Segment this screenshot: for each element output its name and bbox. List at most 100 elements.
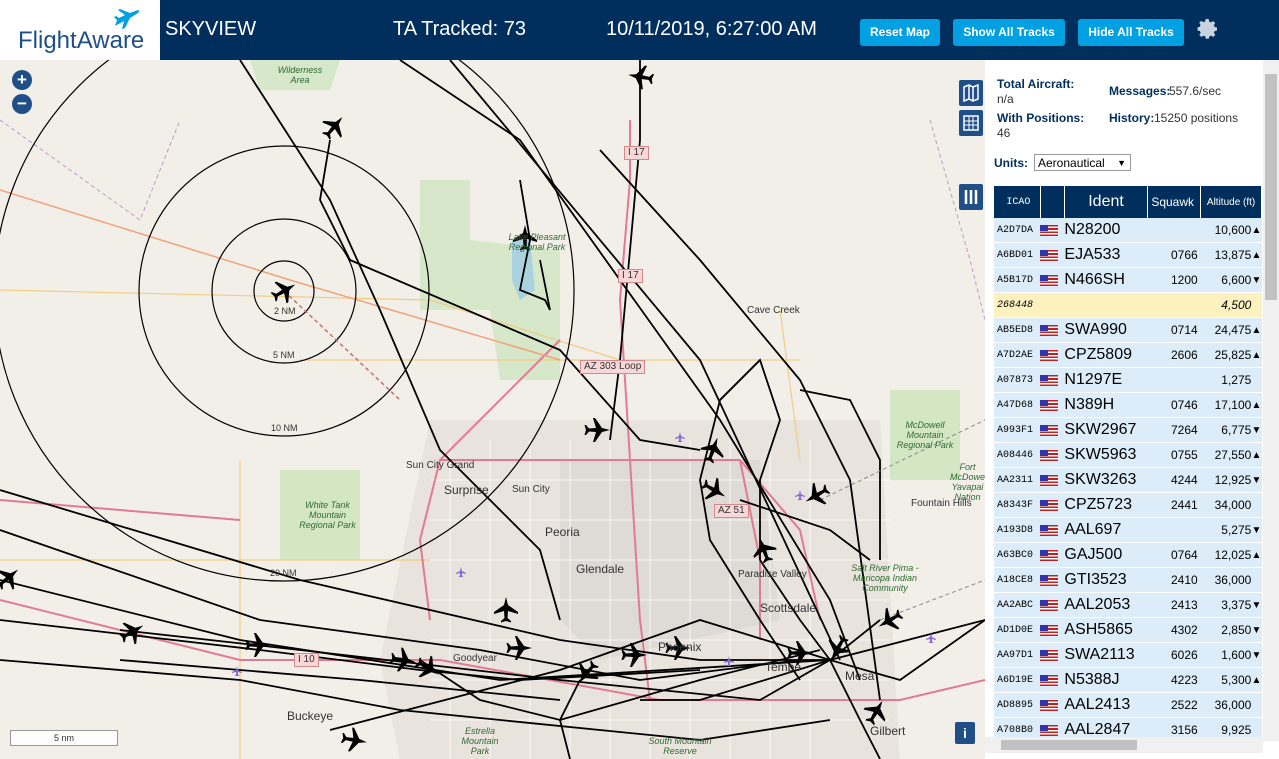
table-row[interactable]: A8343F CPZ5723 2441 34,000 xyxy=(994,492,1262,518)
ring-label-20nm: 20 NM xyxy=(270,568,297,578)
grid-layer-button[interactable] xyxy=(959,110,983,136)
table-row[interactable]: A2D7DA N28200 10,600 ▲ xyxy=(994,218,1262,243)
flag-cell xyxy=(1040,367,1065,393)
us-flag-icon xyxy=(1040,499,1059,511)
altitude-cell: 5,300 xyxy=(1200,667,1252,693)
place-peoria: Peoria xyxy=(545,525,580,539)
ring-label-10nm: 10 NM xyxy=(271,423,298,433)
col-altitude[interactable]: Altitude (ft) xyxy=(1200,186,1262,218)
place-goodyear: Goodyear xyxy=(453,653,497,664)
panel-vertical-scrollbar[interactable] xyxy=(1263,60,1279,741)
us-flag-icon xyxy=(1040,249,1059,261)
history-value: 15250 positions xyxy=(1154,111,1239,125)
altitude-trend-icon: ▲ xyxy=(1251,442,1262,468)
logo-plane-icon xyxy=(114,9,139,29)
icao-cell: 268448 xyxy=(994,292,1041,318)
columns-toggle-button[interactable] xyxy=(959,184,983,210)
show-all-tracks-button[interactable]: Show All Tracks xyxy=(953,19,1065,46)
place-sun-city: Sun City xyxy=(512,484,550,495)
icao-cell: A8343F xyxy=(994,492,1041,518)
flag-cell xyxy=(1040,692,1065,718)
flightaware-logo[interactable]: FlightAware xyxy=(0,0,160,60)
table-row[interactable]: A18CE8 GTI3523 2410 36,000 xyxy=(994,567,1262,593)
table-row[interactable]: A63BC0 GAJ500 0764 12,025 ▲ xyxy=(994,542,1262,568)
map-scale: 5 nm xyxy=(10,730,118,746)
icao-cell: A47D68 xyxy=(994,392,1041,418)
altitude-cell: 13,875 xyxy=(1200,242,1252,268)
grid-icon xyxy=(963,115,979,131)
map-layers-button[interactable] xyxy=(959,80,983,106)
icao-cell: A2D7DA xyxy=(994,218,1041,243)
park-estrella: Estrella Mountain Park xyxy=(461,726,499,756)
place-sun-city-grand: Sun City Grand xyxy=(406,460,475,471)
altitude-cell: 24,475 xyxy=(1200,317,1252,343)
flag-cell xyxy=(1040,642,1065,668)
road-az51: AZ 51 xyxy=(714,504,749,518)
col-ident[interactable]: Ident xyxy=(1064,186,1149,218)
altitude-trend-icon: ▼ xyxy=(1251,417,1262,443)
park-south-mountain: South Mountain Reserve xyxy=(648,736,712,756)
icao-cell: A193D8 xyxy=(994,517,1041,543)
table-row[interactable]: A08446 SKW5963 0755 27,550 ▲ xyxy=(994,442,1262,468)
squawk-cell xyxy=(1147,517,1201,543)
us-flag-icon xyxy=(1040,524,1059,536)
ident-cell: N466SH xyxy=(1064,267,1148,293)
table-row[interactable]: A6BD01 EJA533 0766 13,875 ▲ xyxy=(994,242,1262,268)
aircraft-icon[interactable] xyxy=(0,560,26,595)
zoom-out-button[interactable]: − xyxy=(12,94,32,114)
gear-icon[interactable] xyxy=(1196,17,1220,41)
hide-all-tracks-button[interactable]: Hide All Tracks xyxy=(1078,19,1184,46)
map-view[interactable]: Cave Creek Sun City Grand Surprise Sun C… xyxy=(0,60,985,759)
place-paradise-valley: Paradise Valley xyxy=(738,569,807,580)
altitude-cell: 1,600 xyxy=(1200,642,1252,668)
aircraft-icon[interactable] xyxy=(340,726,369,754)
table-row[interactable]: AD1D0E ASH5865 4302 2,850 ▼ xyxy=(994,617,1262,643)
table-row[interactable]: A6D19E N5388J 4223 5,300 ▲ xyxy=(994,667,1262,693)
altitude-cell: 36,000 xyxy=(1200,567,1252,593)
aircraft-icon[interactable] xyxy=(245,633,272,657)
altitude-trend-icon: ▼ xyxy=(1251,517,1262,543)
altitude-cell: 5,275 xyxy=(1200,517,1252,543)
flag-cell xyxy=(1040,517,1065,543)
ident-cell: SKW5963 xyxy=(1064,442,1148,468)
zoom-in-button[interactable]: + xyxy=(12,70,32,90)
reset-map-button[interactable]: Reset Map xyxy=(860,19,940,46)
icao-cell: AD8895 xyxy=(994,692,1041,718)
table-row[interactable]: A07873 N1297E 1,275 xyxy=(994,367,1262,393)
place-buckeye: Buckeye xyxy=(287,709,334,723)
us-flag-icon xyxy=(1040,699,1059,711)
table-row[interactable]: AA2311 SKW3263 4244 12,925 ▼ xyxy=(994,467,1262,493)
table-row[interactable]: AA2ABC AAL2053 2413 3,375 ▼ xyxy=(994,592,1262,618)
table-row[interactable]: A993F1 SKW2967 7264 6,775 ▼ xyxy=(994,417,1262,443)
table-row[interactable]: A7D2AE CPZ5809 2606 25,825 ▲ xyxy=(994,342,1262,368)
table-row[interactable]: AB5ED8 SWA990 0714 24,475 ▲ xyxy=(994,317,1262,343)
messages-label: Messages: xyxy=(1109,84,1171,98)
us-flag-icon xyxy=(1040,549,1059,561)
ident-cell: GTI3523 xyxy=(1064,567,1148,593)
info-button[interactable]: i xyxy=(955,722,975,744)
table-row[interactable]: A47D68 N389H 0746 17,100 ▲ xyxy=(994,392,1262,418)
icao-cell: A63BC0 xyxy=(994,542,1041,568)
table-row[interactable]: AD8895 AAL2413 2522 36,000 xyxy=(994,692,1262,718)
ident-cell: ASH5865 xyxy=(1064,617,1148,643)
vertical-scroll-thumb[interactable] xyxy=(1265,74,1277,300)
horizontal-scroll-thumb[interactable] xyxy=(1001,740,1137,750)
col-icao[interactable]: ICAO xyxy=(994,186,1041,218)
park-lake-pleasant: Lake Pleasant Regional Park xyxy=(508,232,566,252)
top-bar: FlightAware SKYVIEW TA Tracked: 73 10/11… xyxy=(0,0,1279,60)
squawk-cell: 2441 xyxy=(1147,492,1201,518)
table-row[interactable]: AA97D1 SWA2113 6026 1,600 ▼ xyxy=(994,642,1262,668)
col-squawk[interactable]: Squawk xyxy=(1147,186,1202,218)
aircraft-icon[interactable] xyxy=(317,109,352,144)
table-row[interactable]: 268448 4,500 xyxy=(994,292,1262,318)
col-flag[interactable] xyxy=(1040,186,1065,218)
squawk-cell: 0746 xyxy=(1147,392,1201,418)
units-select[interactable]: Aeronautical ▼ xyxy=(1034,154,1131,171)
altitude-trend-icon: ▲ xyxy=(1251,218,1262,243)
panel-horizontal-scrollbar[interactable] xyxy=(985,737,1263,753)
park-salt-river: Salt River Pima - Maricopa Indian Commun… xyxy=(851,563,919,593)
altitude-cell: 36,000 xyxy=(1200,692,1252,718)
table-row[interactable]: A193D8 AAL697 5,275 ▼ xyxy=(994,517,1262,543)
ident-cell: AAL2053 xyxy=(1064,592,1148,618)
table-row[interactable]: A5B17D N466SH 1200 6,600 ▼ xyxy=(994,267,1262,293)
